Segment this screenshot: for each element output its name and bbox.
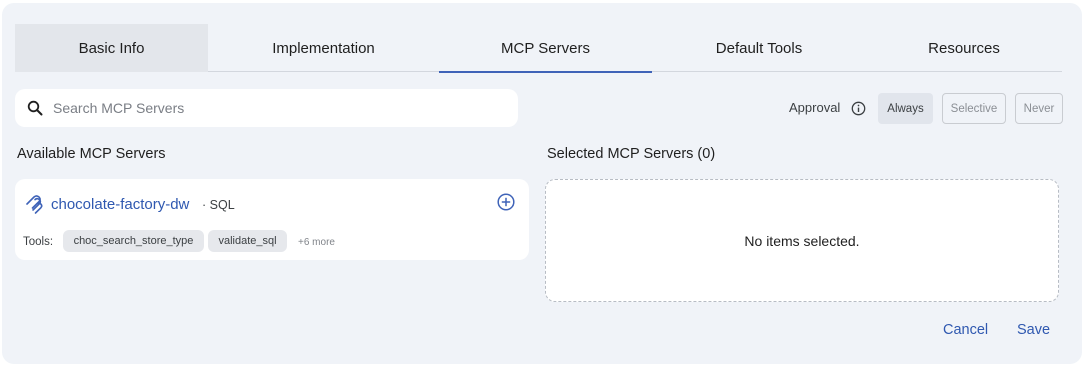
tab-basic-info[interactable]: Basic Info xyxy=(15,24,208,72)
cancel-button[interactable]: Cancel xyxy=(943,322,988,338)
available-servers-title: Available MCP Servers xyxy=(17,146,166,162)
tab-resources[interactable]: Resources xyxy=(866,24,1062,72)
info-icon[interactable] xyxy=(851,101,866,116)
search-box xyxy=(15,89,518,127)
mcp-server-icon xyxy=(26,195,43,214)
add-circle-icon[interactable] xyxy=(496,192,516,212)
approval-selective-button[interactable]: Selective xyxy=(942,93,1006,124)
tab-mcp-servers[interactable]: MCP Servers xyxy=(439,24,652,73)
tools-label: Tools: xyxy=(23,236,54,248)
save-button[interactable]: Save xyxy=(1017,322,1050,338)
approval-always-button[interactable]: Always xyxy=(878,93,933,124)
server-name-link[interactable]: chocolate-factory-dw xyxy=(51,196,189,213)
approval-never-button[interactable]: Never xyxy=(1015,93,1063,124)
server-type-label: SQL xyxy=(209,198,235,212)
more-tools-link[interactable]: +6 more xyxy=(298,237,335,248)
search-input[interactable] xyxy=(53,89,508,127)
search-icon xyxy=(27,100,43,116)
tab-implementation[interactable]: Implementation xyxy=(208,24,439,72)
selected-servers-title: Selected MCP Servers (0) xyxy=(547,146,716,162)
tab-bar: Basic Info Implementation MCP Servers De… xyxy=(15,24,1062,73)
selected-servers-dropzone: No items selected. xyxy=(545,179,1059,302)
tool-chip: validate_sql xyxy=(208,230,287,252)
server-type-separator: · xyxy=(202,198,207,212)
server-type: · SQL xyxy=(202,198,235,212)
approval-label: Approval xyxy=(789,100,841,115)
tool-chip: choc_search_store_type xyxy=(63,230,204,252)
server-card: chocolate-factory-dw · SQL Tools: choc_s… xyxy=(15,179,529,260)
tab-default-tools[interactable]: Default Tools xyxy=(652,24,866,72)
empty-state-text: No items selected. xyxy=(744,232,860,249)
